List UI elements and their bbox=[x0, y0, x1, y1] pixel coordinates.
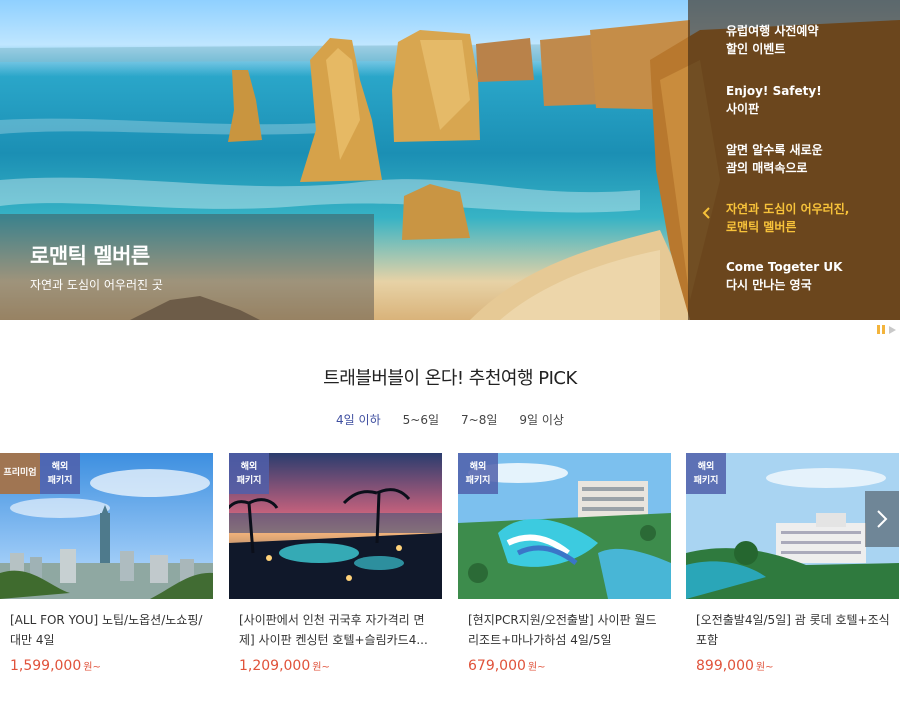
product-price: 679,000 원~ bbox=[458, 658, 671, 674]
product-price: 899,000 원~ bbox=[686, 658, 899, 674]
premium-badge: 프리미엄 bbox=[0, 453, 40, 494]
hero-title: 로맨틱 멜버른 bbox=[30, 244, 150, 268]
price-value: 1,599,000 bbox=[10, 658, 82, 674]
package-badge: 해외 패키지 bbox=[686, 453, 726, 494]
hero-menu-item-uk[interactable]: Come Togeter UK 다시 만나는 영국 bbox=[726, 258, 842, 294]
hero-menu: 유럽여행 사전예약 할인 이벤트 Enjoy! Safety! 사이판 알면 알… bbox=[688, 0, 900, 320]
hero-banner[interactable]: 로맨틱 멜버른 자연과 도심이 어우러진 곳 유럽여행 사전예약 할인 이벤트 … bbox=[0, 0, 900, 320]
badge-row: 해외 패키지 bbox=[229, 453, 269, 494]
tab-4-days-or-less[interactable]: 4일 이하 bbox=[336, 411, 381, 428]
product-title[interactable]: [사이판에서 인천 귀국후 자가격리 면 제] 사이판 켄싱턴 호텔+슬림카드4… bbox=[229, 610, 442, 650]
pause-icon[interactable] bbox=[877, 325, 885, 334]
product-title[interactable]: [ALL FOR YOU] 노팁/노옵션/노쇼핑/ 대만 4일 bbox=[0, 610, 213, 650]
product-card[interactable]: 프리미엄 해외 패키지 [ALL FOR YOU] 노팁/노옵션/노쇼핑/ 대만… bbox=[0, 453, 213, 674]
product-image-guam-lotte[interactable]: 해외 패키지 bbox=[686, 453, 899, 599]
price-value: 679,000 bbox=[468, 658, 526, 674]
chevron-left-icon[interactable] bbox=[702, 207, 710, 219]
product-card[interactable]: 해외 패키지 [오전출발4일/5일] 괌 롯데 호텔+조식 포함 899,000… bbox=[686, 453, 899, 674]
product-title[interactable]: [현지PCR지원/오전출발] 사이판 월드 리조트+마나가하섬 4일/5일 bbox=[458, 610, 671, 650]
section-title: 트래블버블이 온다! 추천여행 PICK bbox=[323, 368, 577, 389]
hero-menu-item-saipan[interactable]: Enjoy! Safety! 사이판 bbox=[726, 82, 822, 118]
badge-row: 프리미엄 해외 패키지 bbox=[0, 453, 80, 494]
product-image-saipan-kensington[interactable]: 해외 패키지 bbox=[229, 453, 442, 599]
hero-menu-item-melbourne[interactable]: 자연과 도심이 어우러진, 로맨틱 멜버른 bbox=[726, 200, 849, 236]
tab-5-6-days[interactable]: 5~6일 bbox=[403, 411, 439, 428]
hero-menu-item-guam[interactable]: 알면 알수록 새로운 괌의 매력속으로 bbox=[726, 141, 823, 177]
badge-row: 해외 패키지 bbox=[458, 453, 498, 494]
price-unit: 원~ bbox=[527, 662, 546, 673]
slider-controls bbox=[877, 325, 896, 334]
product-price: 1,599,000 원~ bbox=[0, 658, 213, 674]
product-image-saipan-world-resort[interactable]: 해외 패키지 bbox=[458, 453, 671, 599]
hero-menu-item-europe[interactable]: 유럽여행 사전예약 할인 이벤트 bbox=[726, 22, 819, 58]
carousel-next-button[interactable] bbox=[865, 491, 899, 547]
tab-9-days-or-more[interactable]: 9일 이상 bbox=[519, 411, 564, 428]
product-title[interactable]: [오전출발4일/5일] 괌 롯데 호텔+조식 포함 bbox=[686, 610, 899, 650]
price-unit: 원~ bbox=[83, 662, 101, 673]
duration-tabs: 4일 이하 5~6일 7~8일 9일 이상 bbox=[0, 411, 900, 428]
chevron-right-icon bbox=[877, 510, 888, 528]
package-badge: 해외 패키지 bbox=[229, 453, 269, 494]
price-value: 1,209,000 bbox=[239, 658, 311, 674]
product-image-taipei[interactable]: 프리미엄 해외 패키지 bbox=[0, 453, 213, 599]
product-card[interactable]: 해외 패키지 [사이판에서 인천 귀국후 자가격리 면 제] 사이판 켄싱턴 호… bbox=[229, 453, 442, 674]
hero-subtitle: 자연과 도심이 어우러진 곳 bbox=[30, 278, 163, 292]
package-badge: 해외 패키지 bbox=[40, 453, 80, 494]
package-badge: 해외 패키지 bbox=[458, 453, 498, 494]
product-price: 1,209,000 원~ bbox=[229, 658, 442, 674]
badge-row: 해외 패키지 bbox=[686, 453, 726, 494]
price-unit: 원~ bbox=[755, 662, 774, 673]
product-card[interactable]: 해외 패키지 [현지PCR지원/오전출발] 사이판 월드 리조트+마나가하섬 4… bbox=[458, 453, 671, 674]
play-icon[interactable] bbox=[889, 325, 896, 334]
price-value: 899,000 bbox=[696, 658, 754, 674]
tab-7-8-days[interactable]: 7~8일 bbox=[461, 411, 497, 428]
price-unit: 원~ bbox=[312, 662, 330, 673]
